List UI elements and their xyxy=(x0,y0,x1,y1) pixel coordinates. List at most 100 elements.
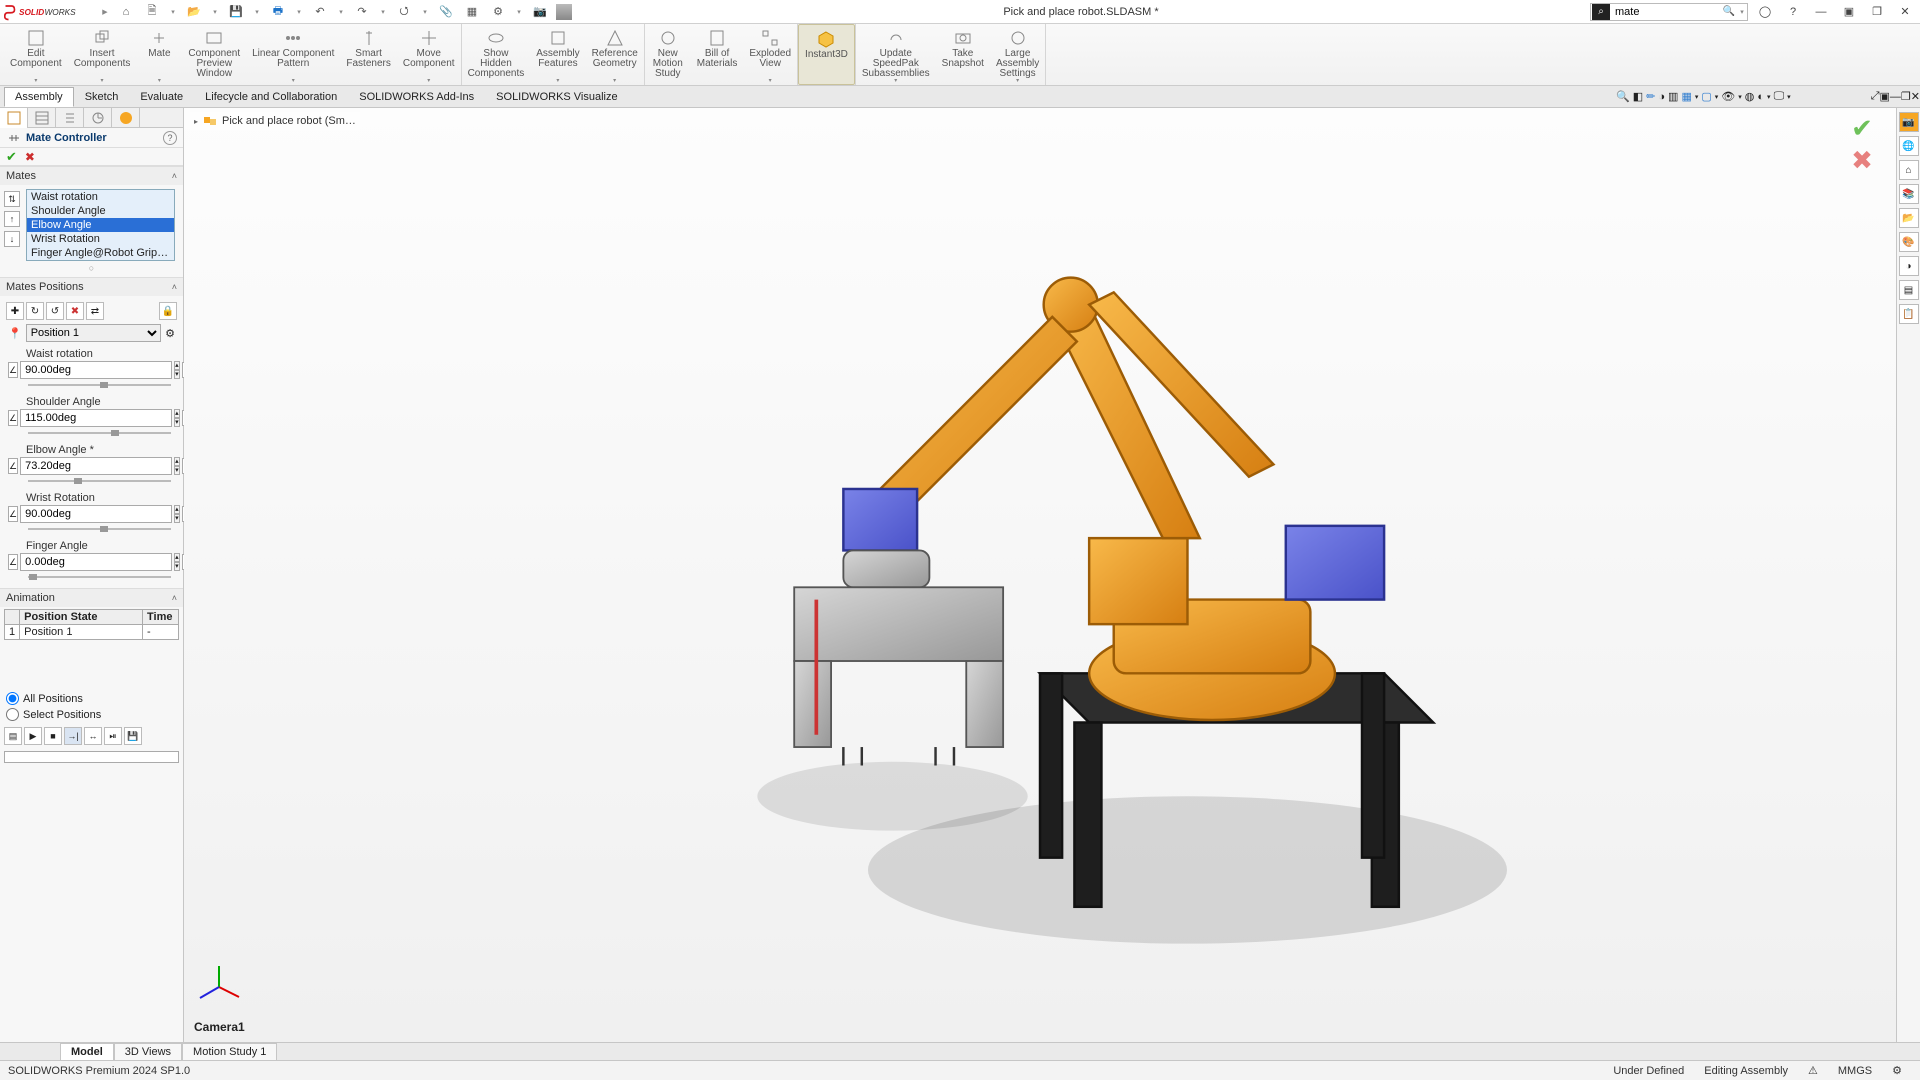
position-settings-button[interactable]: ⚙ xyxy=(165,327,175,340)
chevron-down-icon[interactable]: ▾ xyxy=(34,77,37,84)
render-icon[interactable]: ▦ xyxy=(1681,90,1691,103)
dim-input-1[interactable] xyxy=(20,409,172,427)
tab-assembly[interactable]: Assembly xyxy=(4,87,74,107)
save-animation-button[interactable]: 💾 xyxy=(124,727,142,745)
lock-all-button[interactable]: 🔒 xyxy=(159,302,177,320)
help-icon[interactable]: ? xyxy=(1782,1,1804,23)
mate-item-3[interactable]: Wrist Rotation xyxy=(27,232,174,246)
reference-geometry-button[interactable]: Reference Geometry▾ xyxy=(586,24,644,85)
layout-1-icon[interactable]: ▣ xyxy=(1838,1,1860,23)
print-icon[interactable]: 🖶 xyxy=(268,2,288,22)
spin-up-icon[interactable]: ▴ xyxy=(174,505,180,514)
large-assembly-button[interactable]: Large Assembly Settings▾ xyxy=(990,24,1045,85)
show-hidden-button[interactable]: Show Hidden Components xyxy=(462,24,531,85)
doc-close-icon[interactable]: ✕ xyxy=(1911,90,1920,103)
spin-down-icon[interactable]: ▾ xyxy=(174,466,180,475)
section-icon[interactable]: ◑ xyxy=(1658,91,1665,103)
add-mate-down-icon[interactable]: ↓ xyxy=(4,231,20,247)
radio-all-positions[interactable]: All Positions xyxy=(6,692,177,705)
command-search[interactable]: ⌕ 🔍 ▾ xyxy=(1590,3,1748,21)
eye-icon[interactable]: 👁 xyxy=(1721,90,1735,103)
user-icon[interactable]: ◯ xyxy=(1754,1,1776,23)
search-input[interactable] xyxy=(1611,4,1721,20)
new-icon[interactable]: 🗎 xyxy=(142,2,162,22)
chevron-down-icon[interactable]: ▾ xyxy=(556,77,559,84)
redo-dropdown-icon[interactable]: ▾ xyxy=(378,2,388,22)
search-dropdown-icon[interactable]: ▾ xyxy=(1737,2,1747,22)
box-drop-icon[interactable]: ▾ xyxy=(1715,93,1719,101)
assembly-features-button[interactable]: Assembly Features▾ xyxy=(530,24,585,85)
chevron-down-icon[interactable]: ▾ xyxy=(158,77,161,84)
appearance-scene-icon[interactable]: ◍ xyxy=(1745,90,1755,103)
stop-button[interactable]: ■ xyxy=(44,727,62,745)
fm-tab-display[interactable] xyxy=(112,108,140,128)
status-units[interactable]: MMGS xyxy=(1828,1065,1882,1077)
spin-up-icon[interactable]: ▴ xyxy=(174,361,180,370)
custom-props-icon[interactable]: ▤ xyxy=(1899,280,1919,300)
layout-2-icon[interactable]: ❐ xyxy=(1866,1,1888,23)
scene-icon[interactable]: ▥ xyxy=(1668,90,1678,103)
radio-all-positions-input[interactable] xyxy=(6,692,19,705)
component-preview-button[interactable]: Component Preview Window xyxy=(182,24,246,85)
doc-min-icon[interactable]: — xyxy=(1890,91,1901,103)
animation-timeline[interactable] xyxy=(4,751,179,763)
monitor-icon[interactable]: 🖵 xyxy=(1774,90,1785,103)
dim-slider-0[interactable] xyxy=(28,382,171,388)
dim-slider-2[interactable] xyxy=(28,478,171,484)
chevron-down-icon[interactable]: ▾ xyxy=(427,77,430,84)
redo-icon[interactable]: ↷ xyxy=(352,2,372,22)
resources-icon[interactable]: 🌐 xyxy=(1899,136,1919,156)
options-dropdown-icon[interactable]: ▾ xyxy=(514,2,524,22)
chevron-down-icon[interactable]: ▾ xyxy=(769,77,772,84)
insert-components-button[interactable]: Insert Components▾ xyxy=(68,24,137,85)
section-animation-header[interactable]: Animation˄ xyxy=(0,589,183,607)
eye-drop-icon[interactable]: ▾ xyxy=(1738,93,1742,101)
zoom-icon[interactable]: 🔍 xyxy=(1616,90,1630,103)
appearances-icon[interactable]: ◑ xyxy=(1899,256,1919,276)
position-dropdown[interactable]: Position 1 xyxy=(26,324,161,342)
add-position-button[interactable]: ✚ xyxy=(6,302,24,320)
doc-tile-icon[interactable]: ▣ xyxy=(1880,90,1890,103)
bom-button[interactable]: Bill of Materials xyxy=(691,24,744,85)
linear-pattern-button[interactable]: Linear Component Pattern▾ xyxy=(246,24,340,85)
mates-resize-grip[interactable]: ○ xyxy=(4,261,179,273)
chevron-down-icon[interactable]: ▾ xyxy=(894,77,897,84)
doc-restore-icon[interactable]: ❐ xyxy=(1901,90,1911,103)
picture-icon[interactable]: ◐ xyxy=(1757,91,1764,103)
dim-slider-1[interactable] xyxy=(28,430,171,436)
screenshot-icon[interactable]: 📷 xyxy=(530,2,550,22)
pin-icon[interactable]: 📎 xyxy=(436,2,456,22)
display-style-icon[interactable]: ✏ xyxy=(1646,90,1655,103)
mate-item-0[interactable]: Waist rotation xyxy=(27,190,174,204)
update-position-button[interactable]: ↻ xyxy=(26,302,44,320)
search-magnifier-icon[interactable]: 🔍 xyxy=(1721,2,1737,22)
picture-drop-icon[interactable]: ▾ xyxy=(1767,93,1771,101)
select-icon[interactable]: ⭯ xyxy=(394,2,414,22)
tab-lifecycle[interactable]: Lifecycle and Collaboration xyxy=(194,87,348,106)
undo-icon[interactable]: ↶ xyxy=(310,2,330,22)
instant3d-button[interactable]: Instant3D xyxy=(798,24,855,85)
radio-select-positions[interactable]: Select Positions xyxy=(6,708,177,721)
tab-addins[interactable]: SOLIDWORKS Add-Ins xyxy=(348,87,485,106)
tab-evaluate[interactable]: Evaluate xyxy=(129,87,194,106)
reset-position-button[interactable]: ↺ xyxy=(46,302,64,320)
rebuild-icon[interactable]: ▦ xyxy=(462,2,482,22)
edit-component-button[interactable]: Edit Component▾ xyxy=(4,24,68,85)
options-gear-icon[interactable]: ⚙ xyxy=(488,2,508,22)
new-dropdown-icon[interactable]: ▾ xyxy=(168,2,178,22)
fm-tab-feature-tree[interactable] xyxy=(0,108,28,128)
loop-toggle-button[interactable]: ↔ xyxy=(84,727,102,745)
file-explorer-icon[interactable]: 📂 xyxy=(1899,208,1919,228)
spin-up-icon[interactable]: ▴ xyxy=(174,409,180,418)
chevron-down-icon[interactable]: ▾ xyxy=(292,77,295,84)
select-dropdown-icon[interactable]: ▾ xyxy=(420,2,430,22)
take-snapshot-button[interactable]: Take Snapshot xyxy=(936,24,990,85)
tab-sketch[interactable]: Sketch xyxy=(74,87,130,106)
graphics-viewport[interactable]: ▸ Pick and place robot (Sm… ✔ ✖ xyxy=(184,108,1896,1042)
motion-study-button[interactable]: ⏯ xyxy=(104,727,122,745)
box-icon[interactable]: ▢ xyxy=(1701,90,1711,103)
mate-item-1[interactable]: Shoulder Angle xyxy=(27,204,174,218)
appearance-icon[interactable] xyxy=(556,4,572,20)
delete-position-button[interactable]: ✖ xyxy=(66,302,84,320)
home-icon[interactable]: ⌂ xyxy=(116,2,136,22)
